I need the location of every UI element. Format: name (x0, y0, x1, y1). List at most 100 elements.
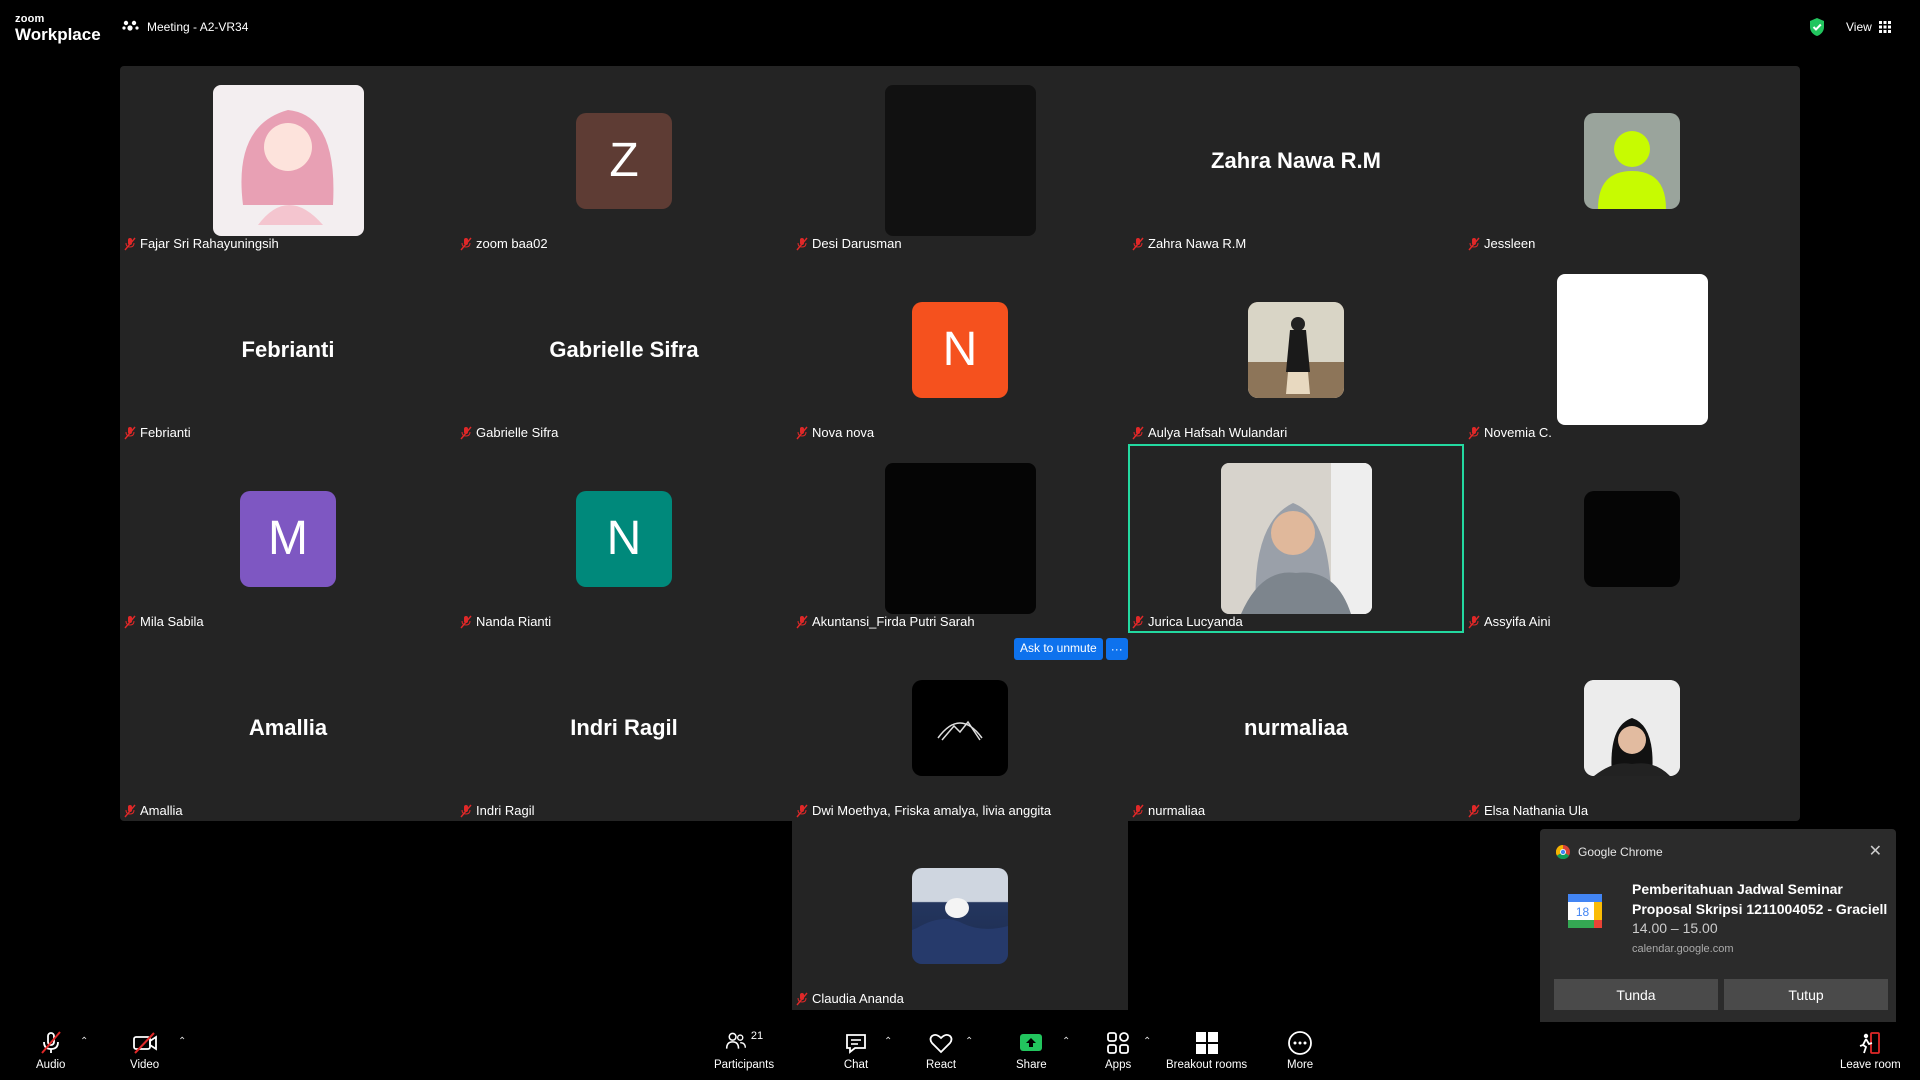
video-tile[interactable]: Jurica Lucyanda (1128, 444, 1464, 633)
close-icon[interactable]: ✕ (1869, 841, 1882, 861)
tile-content (792, 633, 1128, 822)
participant-name: zoom baa02 (460, 236, 548, 251)
apps-button[interactable]: Apps (1105, 1030, 1131, 1071)
leave-room-label: Leave room (1840, 1059, 1901, 1071)
video-tile[interactable]: Aulya Hafsah Wulandari (1128, 255, 1464, 444)
breakout-rooms-button[interactable]: Breakout rooms (1166, 1030, 1247, 1071)
participant-photo (1556, 274, 1708, 425)
react-options-caret-icon[interactable]: ⌃ (965, 1036, 973, 1047)
tile-content: M (120, 444, 456, 633)
photo-blanket-icon (912, 897, 1008, 964)
meeting-title-text: Meeting - A2-VR34 (147, 20, 249, 34)
video-tile[interactable]: N Nova nova (792, 255, 1128, 444)
video-tile[interactable]: Zahra Nawa R.M Zahra Nawa R.M (1128, 66, 1464, 255)
video-tile[interactable]: nurmaliaa nurmaliaa (1128, 633, 1464, 822)
muted-mic-icon (124, 804, 136, 817)
participant-name: Claudia Ananda (796, 991, 904, 1006)
more-button[interactable]: More (1287, 1030, 1313, 1071)
participant-name: Nanda Rianti (460, 614, 551, 629)
participant-name: Jurica Lucyanda (1132, 614, 1243, 629)
ask-to-unmute-button[interactable]: Ask to unmute (1014, 638, 1103, 660)
muted-mic-icon (1468, 804, 1480, 817)
video-tile[interactable]: Gabrielle Sifra Gabrielle Sifra (456, 255, 792, 444)
participant-photo (212, 85, 364, 236)
tile-content: N (456, 444, 792, 633)
participant-name-text: Fajar Sri Rahayuningsih (140, 236, 279, 251)
tile-content (1464, 255, 1800, 444)
chrome-icon (1556, 845, 1570, 859)
participant-initial-avatar: N (576, 490, 672, 587)
muted-mic-icon (1132, 804, 1144, 817)
participant-name: Assyifa Aini (1468, 614, 1550, 629)
participant-more-button[interactable]: ··· (1105, 638, 1128, 660)
notification-title-line2: Proposal Skripsi 1211004052 - Gracielli (1632, 901, 1888, 917)
muted-mic-icon (796, 237, 808, 250)
video-tile[interactable]: Febrianti Febrianti (120, 255, 456, 444)
muted-mic-icon (460, 804, 472, 817)
muted-mic-icon (124, 615, 136, 628)
share-options-caret-icon[interactable]: ⌃ (1062, 1036, 1070, 1047)
more-label: More (1287, 1059, 1314, 1071)
video-tile[interactable]: Novemia C. (1464, 255, 1800, 444)
video-tile[interactable]: Desi Darusman (792, 66, 1128, 255)
meeting-title[interactable]: Meeting - A2-VR34 (122, 20, 248, 34)
muted-mic-icon (40, 1031, 61, 1054)
participant-name: Fajar Sri Rahayuningsih (124, 236, 279, 251)
video-tile[interactable]: Elsa Nathania Ula (1464, 633, 1800, 822)
participant-name-text: Assyifa Aini (1484, 614, 1551, 629)
video-label: Video (130, 1059, 160, 1071)
video-options-caret-icon[interactable]: ⌃ (178, 1036, 186, 1047)
video-tile[interactable]: Zzoom baa02 (456, 66, 792, 255)
video-tile[interactable]: Jessleen (1464, 66, 1800, 255)
participant-display-name: nurmaliaa (1244, 714, 1348, 740)
participant-photo (1584, 679, 1680, 776)
video-button[interactable]: Video (130, 1030, 159, 1071)
video-tile[interactable]: Claudia Ananda (792, 821, 1128, 1010)
dismiss-button[interactable]: Tutup (1724, 979, 1888, 1010)
participant-name: Desi Darusman (796, 236, 902, 251)
video-tile[interactable]: Assyifa Aini (1464, 444, 1800, 633)
apps-icon (1107, 1032, 1130, 1054)
react-button[interactable]: React (926, 1030, 956, 1071)
chat-button[interactable]: Chat (843, 1030, 869, 1071)
muted-mic-icon (796, 804, 808, 817)
breakout-rooms-icon (1195, 1032, 1218, 1054)
view-button[interactable]: View (1846, 20, 1891, 34)
muted-mic-icon (1132, 615, 1144, 628)
chat-icon (846, 1034, 866, 1054)
participant-name: Jessleen (1468, 236, 1535, 251)
video-gallery: Fajar Sri Rahayuningsih Zzoom baa02 Desi D… (120, 66, 1800, 821)
participants-count: 21 (750, 1030, 764, 1042)
video-tile[interactable]: Dwi Moethya, Friska amalya, livia anggit… (792, 633, 1128, 822)
audio-label: Audio (36, 1059, 66, 1071)
leave-room-button[interactable]: Leave room (1840, 1030, 1901, 1071)
video-tile[interactable]: Indri Ragil Indri Ragil (456, 633, 792, 822)
apps-options-caret-icon[interactable]: ⌃ (1143, 1036, 1151, 1047)
participants-label: Participants (714, 1059, 775, 1071)
participant-name-text: Dwi Moethya, Friska amalya, livia anggit… (812, 803, 1052, 818)
audio-options-caret-icon[interactable]: ⌃ (80, 1036, 88, 1047)
tile-content: Zahra Nawa R.M (1128, 66, 1464, 255)
muted-mic-icon (796, 426, 808, 439)
snooze-button[interactable]: Tunda (1554, 979, 1718, 1010)
participant-name-text: Jessleen (1484, 236, 1536, 251)
share-button[interactable]: Share (1016, 1030, 1047, 1071)
video-tile[interactable]: Amallia Amallia (120, 633, 456, 822)
participant-name: Gabrielle Sifra (460, 425, 558, 440)
video-tile[interactable]: N Nanda Rianti (456, 444, 792, 633)
participant-photo (912, 867, 1008, 964)
chat-options-caret-icon[interactable]: ⌃ (884, 1036, 892, 1047)
encryption-shield-icon[interactable] (1808, 17, 1826, 37)
video-tile[interactable]: Akuntansi_Firda Putri Sarah (792, 444, 1128, 633)
video-tile[interactable]: M Mila Sabila (120, 444, 456, 633)
participants-button[interactable]: 21 Participants (714, 1030, 774, 1071)
tile-content (1464, 633, 1800, 822)
participant-name: Elsa Nathania Ula (1468, 803, 1588, 818)
video-tile[interactable]: Fajar Sri Rahayuningsih (120, 66, 456, 255)
participant-name-text: Nova nova (812, 425, 875, 440)
audio-button[interactable]: Audio (36, 1030, 65, 1071)
muted-mic-icon (460, 615, 472, 628)
tile-content: nurmaliaa (1128, 633, 1464, 822)
chrome-notification[interactable]: Google Chrome ✕ 18 Pemberitahuan Jadwal … (1540, 829, 1896, 1026)
share-screen-icon (1020, 1034, 1043, 1051)
